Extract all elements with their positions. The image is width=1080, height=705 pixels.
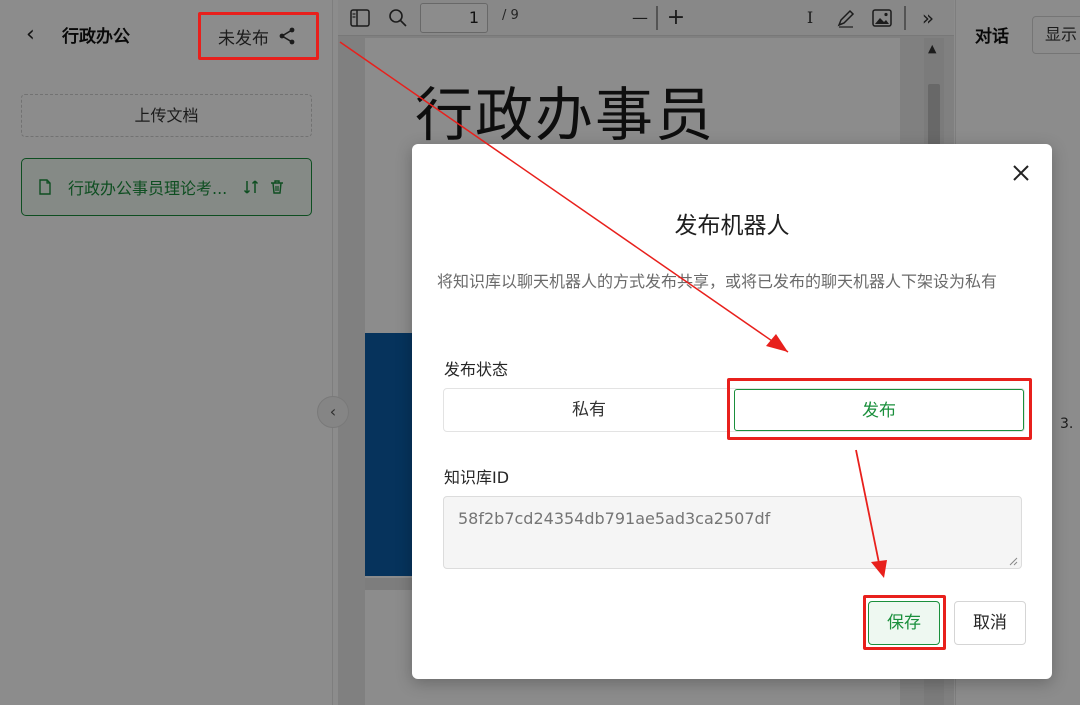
- publish-bot-dialog: 发布机器人 将知识库以聊天机器人的方式发布共享，或将已发布的聊天机器人下架设为私…: [412, 144, 1052, 679]
- option-publish[interactable]: 发布: [734, 389, 1024, 431]
- close-icon[interactable]: [1010, 162, 1032, 184]
- knowledge-base-id-label: 知识库ID: [444, 468, 510, 487]
- option-private[interactable]: 私有: [444, 389, 734, 431]
- knowledge-base-id-field[interactable]: [443, 496, 1022, 569]
- save-button[interactable]: 保存: [868, 601, 940, 645]
- publish-status-label: 发布状态: [444, 360, 509, 379]
- cancel-button[interactable]: 取消: [954, 601, 1026, 645]
- publish-status-selector: 私有 发布: [443, 388, 1025, 432]
- dialog-title: 发布机器人: [674, 213, 790, 239]
- resize-grip-icon[interactable]: [1008, 556, 1018, 566]
- dialog-description: 将知识库以聊天机器人的方式发布共享，或将已发布的聊天机器人下架设为私有: [437, 272, 998, 291]
